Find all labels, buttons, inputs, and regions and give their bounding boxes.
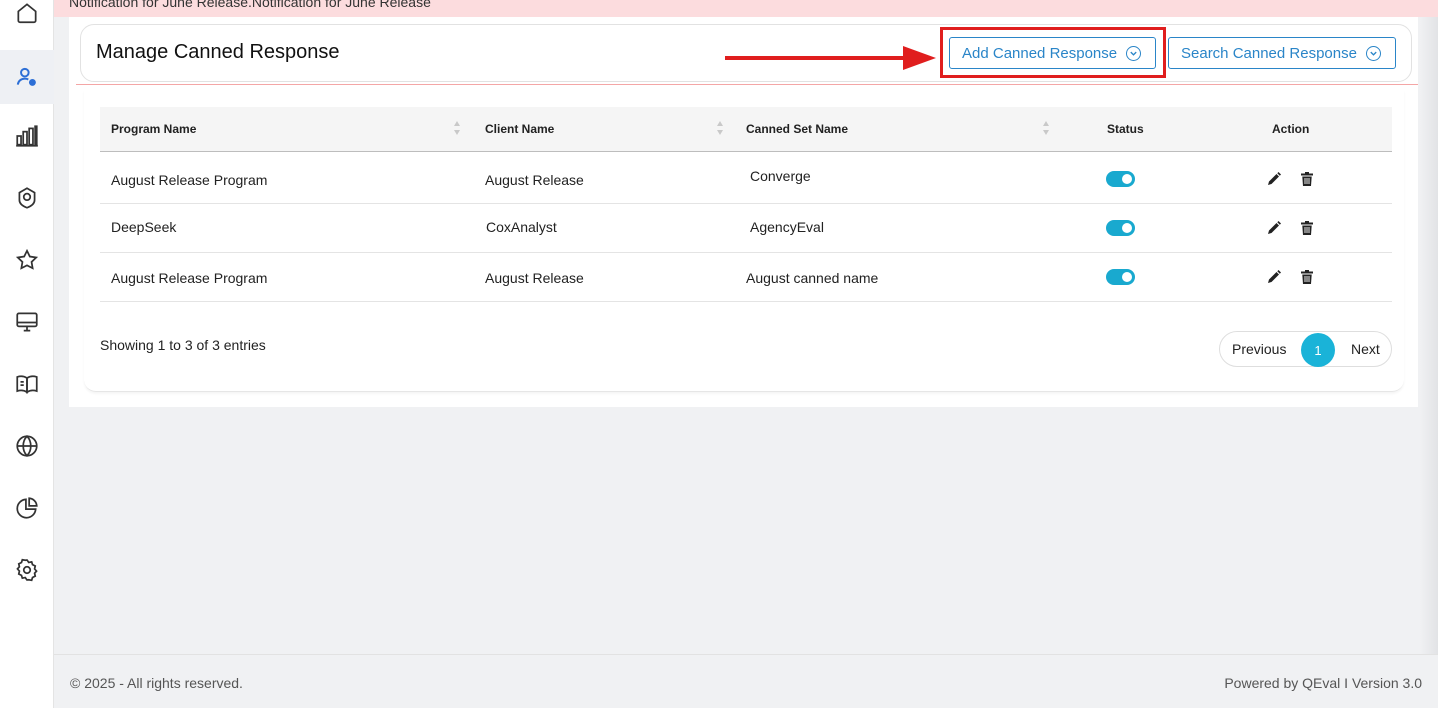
book-icon (16, 375, 38, 394)
table-row: DeepSeek CoxAnalyst AgencyEval (100, 204, 1392, 253)
column-header-program-name[interactable]: Program Name (111, 122, 196, 136)
annotation-arrow-icon (725, 46, 936, 70)
edit-icon[interactable] (1266, 269, 1282, 285)
cell-program-name: August Release Program (111, 270, 268, 286)
edit-icon[interactable] (1266, 171, 1282, 187)
badge-icon (18, 187, 36, 209)
bar-chart-icon (16, 125, 38, 147)
sort-icon[interactable] (1042, 119, 1050, 137)
sidebar-item-library[interactable] (0, 361, 54, 407)
sidebar-item-analytics[interactable] (0, 485, 54, 531)
scroll-shadow (1420, 17, 1438, 654)
sort-icon[interactable] (453, 119, 461, 137)
chevron-down-icon (1365, 45, 1381, 61)
cell-program-name: DeepSeek (111, 219, 177, 235)
next-page-button[interactable]: Next (1351, 341, 1380, 357)
notification-text: Notification for June Release.Notificati… (69, 0, 431, 10)
cell-canned-set-name: AgencyEval (750, 219, 824, 235)
sidebar-item-users[interactable] (0, 50, 54, 104)
copyright-text: © 2025 - All rights reserved. (70, 675, 243, 691)
sidebar-item-global[interactable] (0, 423, 54, 469)
column-header-status: Status (1107, 122, 1144, 136)
edit-icon[interactable] (1266, 220, 1282, 236)
page-title: Manage Canned Response (96, 41, 340, 63)
monitor-icon (16, 312, 38, 332)
table-row: August Release Program August Release Au… (100, 253, 1392, 302)
user-settings-icon (16, 67, 36, 86)
powered-by-text: Powered by QEval I Version 3.0 (1224, 675, 1422, 691)
sidebar-item-reports[interactable] (0, 113, 54, 159)
pagination-info: Showing 1 to 3 of 3 entries (100, 337, 266, 353)
cell-program-name: August Release Program (111, 172, 268, 188)
divider-line (76, 84, 1418, 85)
gear-icon (16, 558, 38, 582)
search-canned-response-label: Search Canned Response (1181, 44, 1357, 62)
status-toggle[interactable] (1106, 220, 1135, 236)
chevron-down-icon (1126, 45, 1142, 61)
delete-icon[interactable] (1299, 220, 1315, 236)
column-header-client-name[interactable]: Client Name (485, 122, 554, 136)
pie-chart-icon (16, 497, 38, 519)
sort-icon[interactable] (716, 119, 724, 137)
search-canned-response-button[interactable]: Search Canned Response (1168, 37, 1396, 69)
sidebar (0, 0, 54, 708)
add-canned-response-label: Add Canned Response (962, 44, 1118, 62)
status-toggle[interactable] (1106, 171, 1135, 187)
footer: © 2025 - All rights reserved. Powered by… (54, 654, 1438, 708)
home-icon (17, 3, 37, 24)
column-header-canned-set-name[interactable]: Canned Set Name (746, 122, 848, 136)
table-header: Program Name Client Name Canned Set Name… (100, 107, 1392, 152)
pagination: Previous 1 Next (1219, 331, 1392, 367)
page-number-button[interactable]: 1 (1301, 333, 1335, 367)
previous-page-button[interactable]: Previous (1232, 341, 1286, 357)
cell-client-name: August Release (485, 172, 584, 188)
add-canned-response-button[interactable]: Add Canned Response (949, 37, 1156, 69)
sidebar-item-favorites[interactable] (0, 237, 54, 283)
sidebar-item-home[interactable] (0, 0, 54, 36)
star-icon (15, 248, 39, 270)
notification-banner: Notification for June Release.Notificati… (54, 0, 1438, 17)
cell-canned-set-name: August canned name (746, 270, 879, 286)
globe-icon (16, 435, 38, 457)
sidebar-item-badges[interactable] (0, 175, 54, 221)
table-row: August Release Program August Release Co… (100, 155, 1392, 204)
cell-canned-set-name: Converge (750, 168, 811, 184)
column-header-action: Action (1272, 122, 1310, 136)
delete-icon[interactable] (1299, 171, 1315, 187)
cell-client-name: August Release (485, 270, 584, 286)
sidebar-item-monitor[interactable] (0, 299, 54, 345)
delete-icon[interactable] (1299, 269, 1315, 285)
sidebar-item-settings[interactable] (0, 547, 54, 593)
status-toggle[interactable] (1106, 269, 1135, 285)
cell-client-name: CoxAnalyst (486, 219, 557, 235)
